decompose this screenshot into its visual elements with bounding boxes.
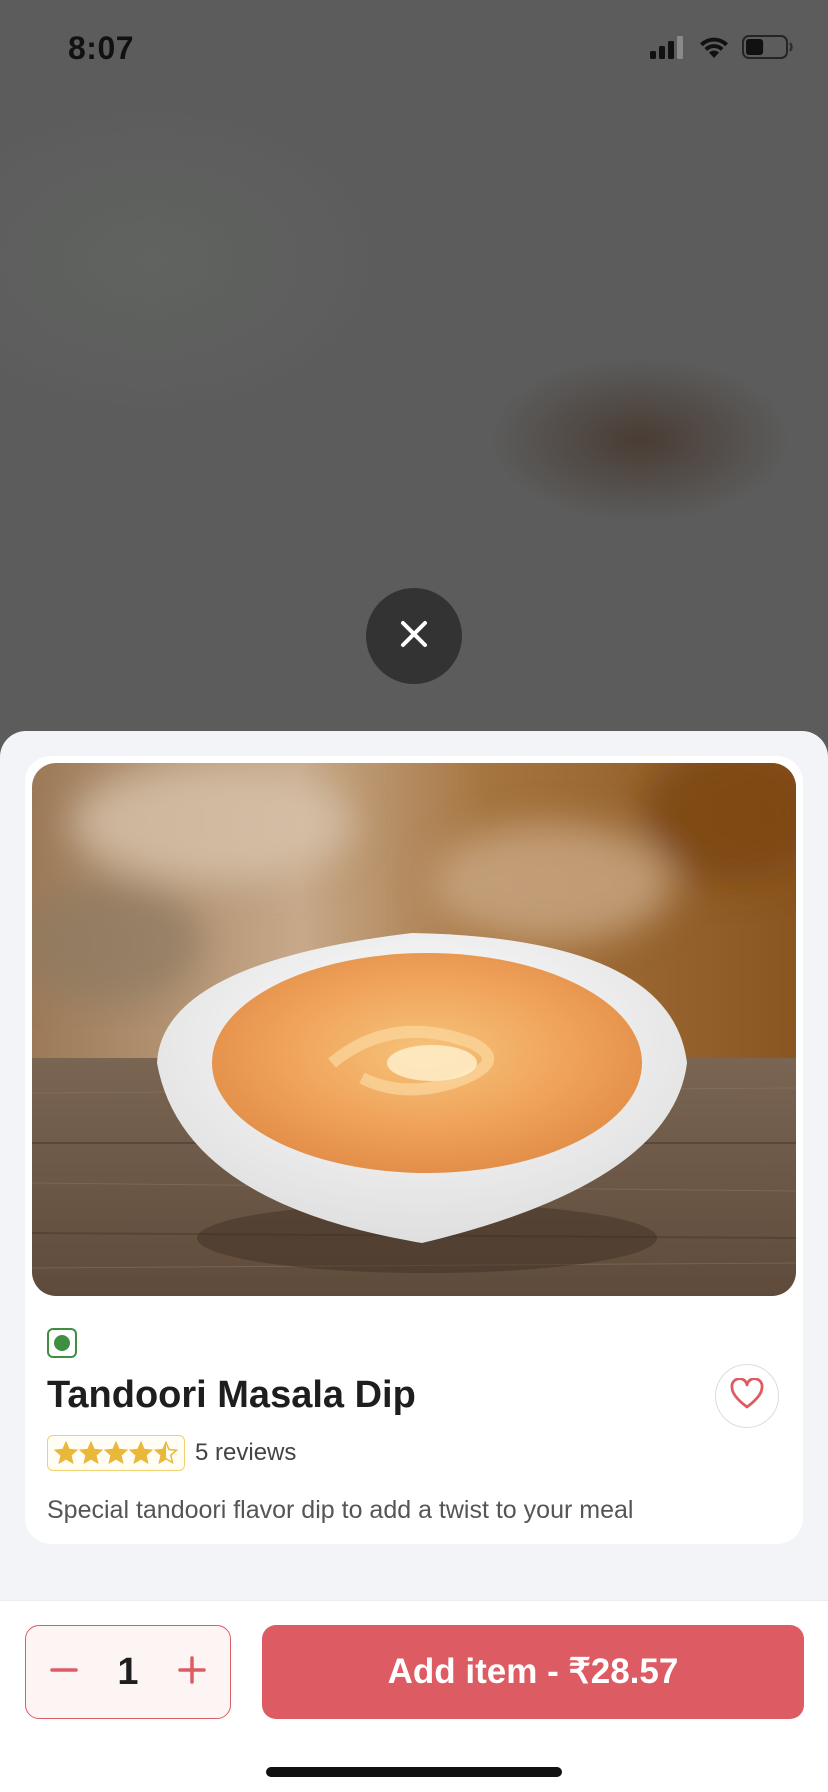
wifi-icon	[698, 35, 730, 64]
cellular-signal-icon	[650, 35, 686, 64]
item-detail-sheet: Tandoori Masala Dip 5 reviews Special ta…	[0, 731, 828, 1600]
favorite-button[interactable]	[715, 1364, 779, 1428]
add-item-button[interactable]: Add item - ₹28.57	[262, 1625, 804, 1719]
veg-indicator-icon	[47, 1328, 77, 1358]
home-indicator[interactable]	[266, 1767, 562, 1777]
rating-row: 5 reviews	[47, 1435, 296, 1471]
food-photo	[32, 763, 796, 1296]
battery-icon	[742, 34, 794, 65]
star-full-icon	[54, 1441, 78, 1465]
close-button[interactable]	[366, 588, 462, 684]
star-rating	[47, 1435, 185, 1471]
status-bar: 8:07	[0, 0, 828, 100]
minus-icon	[49, 1655, 79, 1690]
star-full-icon	[79, 1441, 103, 1465]
quantity-value: 1	[117, 1650, 139, 1693]
item-description: Special tandoori flavor dip to add a twi…	[47, 1496, 634, 1524]
decrement-button[interactable]	[42, 1650, 86, 1694]
increment-button[interactable]	[170, 1650, 214, 1694]
heart-icon	[730, 1376, 764, 1415]
quantity-stepper: 1	[25, 1625, 231, 1719]
reviews-count[interactable]: 5 reviews	[195, 1439, 296, 1467]
star-full-icon	[129, 1441, 153, 1465]
item-card: Tandoori Masala Dip 5 reviews Special ta…	[25, 756, 803, 1544]
item-title: Tandoori Masala Dip	[47, 1374, 416, 1416]
bottom-action-bar: 1 Add item - ₹28.57	[0, 1600, 828, 1792]
plus-icon	[177, 1655, 207, 1690]
status-time: 8:07	[68, 30, 135, 66]
star-full-icon	[104, 1441, 128, 1465]
star-half-icon	[154, 1441, 178, 1465]
status-icons	[650, 34, 794, 64]
close-icon	[398, 618, 430, 655]
